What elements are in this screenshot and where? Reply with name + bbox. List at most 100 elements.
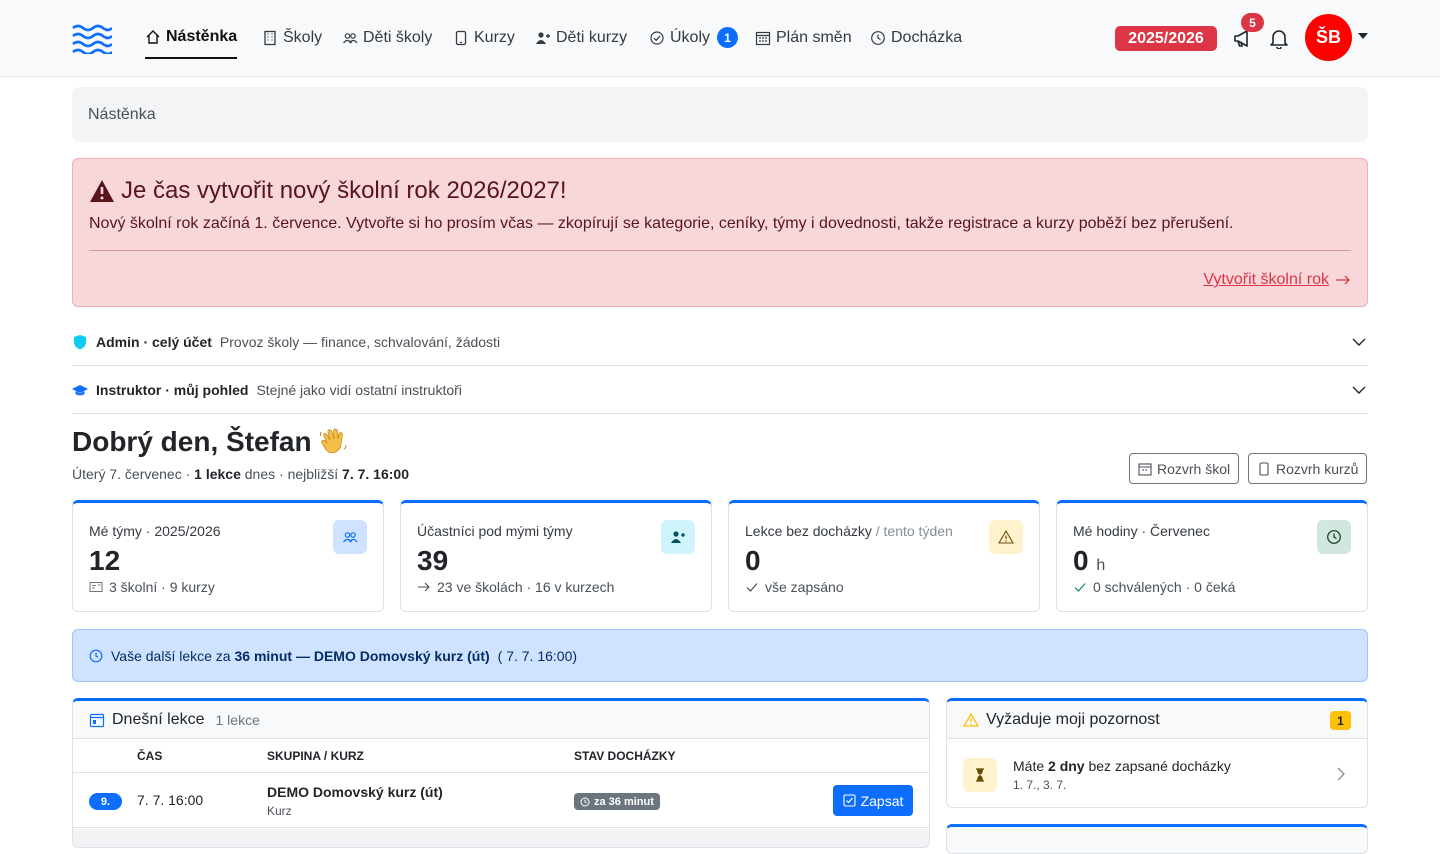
record-attendance-button[interactable]: Zapsat (833, 785, 913, 816)
warning-triangle-icon (90, 180, 114, 202)
next-lesson-banner: Vaše další lekce za 36 minut — DEMO Domo… (72, 629, 1368, 682)
stat-card-my-hours[interactable]: Mé hodiny · Červenec 0 h 0 schválených ·… (1056, 500, 1368, 612)
column-header-group: SKUPINA / KURZ (267, 749, 364, 763)
alert-title: Je čas vytvořit nový školní rok 2026/202… (89, 177, 567, 205)
school-schedule-button[interactable]: Rozvrh škol (1129, 453, 1240, 484)
stat-card-lessons-without-attendance[interactable]: Lekce bez docházky / tento týden 0 vše z… (728, 500, 1040, 612)
chevron-right-icon[interactable] (1335, 767, 1347, 781)
nav-item-dochazka[interactable]: Docházka (870, 16, 962, 59)
panel-footer (73, 829, 929, 847)
nav-item-deti-kurzy[interactable]: Děti kurzy (535, 16, 627, 59)
nav-item-label: Kurzy (474, 28, 515, 46)
stat-value: 0 h (1073, 545, 1105, 577)
attention-item[interactable]: Máte 2 dny bez zapsané docházky 1. 7., 3… (947, 739, 1367, 807)
table-row[interactable]: 9. 7. 7. 16:00 DEMO Domovský kurz (út) K… (73, 774, 929, 828)
check-square-icon (843, 794, 856, 807)
phone-icon (455, 30, 467, 45)
alert-title-text: Je čas vytvořit nový školní rok 2026/202… (121, 177, 567, 204)
chevron-down-icon[interactable] (1352, 383, 1366, 397)
stat-footer: 23 ve školách · 16 v kurzech (417, 579, 614, 595)
stat-icon-box (1317, 520, 1351, 554)
stat-value: 0 (745, 545, 761, 576)
nav-item-label: Nástěnka (166, 27, 238, 45)
attention-item-prefix: Máte (1013, 758, 1049, 774)
clock-icon (1327, 530, 1341, 544)
attendance-status-text: za 36 minut (594, 795, 654, 808)
greeting-next-lesson: 7. 7. 16:00 (342, 466, 409, 482)
attention-item-suffix: bez zapsané docházky (1084, 758, 1231, 774)
lesson-course-name[interactable]: DEMO Domovský kurz (út) (267, 784, 443, 800)
next-lesson-text: Vaše další lekce za 36 minut — DEMO Domo… (111, 648, 577, 664)
stat-value-number: 0 (1073, 545, 1089, 576)
nav-item-label: Úkoly (670, 28, 711, 46)
accordion-instructor-title: Instruktor · můj pohled (96, 381, 249, 398)
attention-title: Vyžaduje moji pozornost (986, 710, 1160, 728)
next-lesson-course: DEMO Domovský kurz (út) (313, 647, 490, 664)
id-card-icon (89, 582, 103, 592)
nav-item-label: Školy (283, 28, 323, 46)
create-school-year-link-label[interactable]: Vytvořit školní rok (1203, 271, 1329, 289)
stat-footer: 3 školní · 9 kurzy (89, 579, 215, 595)
announcements-count-badge: 5 (1241, 13, 1264, 32)
clock-icon (89, 649, 103, 662)
stat-icon-box (661, 520, 695, 554)
accordion-instructor-subtitle: Stejné jako vidí ostatní instruktoři (256, 381, 462, 398)
stat-footer-text: vše zapsáno (765, 579, 844, 595)
stat-label: Mé hodiny · Červenec (1073, 523, 1210, 539)
stat-label: Účastníci pod mými týmy (417, 523, 573, 539)
clock-icon (580, 797, 590, 806)
new-school-year-alert: Je čas vytvořit nový školní rok 2026/202… (72, 158, 1368, 307)
today-lessons-header: Dnešní lekce 1 lekce (73, 701, 929, 739)
calendar-icon (1138, 462, 1152, 476)
chevron-down-icon[interactable] (1358, 33, 1368, 39)
course-schedule-button[interactable]: Rozvrh kurzů (1248, 453, 1368, 484)
top-navbar: Nástěnka Školy Děti školy Kurzy Děti kur… (0, 0, 1440, 77)
lesson-course-type: Kurz (267, 804, 292, 818)
nav-item-kurzy[interactable]: Kurzy (453, 16, 515, 59)
chevron-down-icon[interactable] (1352, 335, 1366, 349)
clock-icon (871, 30, 885, 45)
next-panel-partial (946, 824, 1368, 854)
waves-logo-icon[interactable] (72, 24, 112, 54)
hourglass-icon (976, 768, 984, 782)
stat-label: Lekce bez docházky / tento týden (745, 523, 953, 539)
user-avatar[interactable]: ŠB (1305, 14, 1352, 61)
create-school-year-link[interactable]: Vytvořit školní rok (1203, 271, 1351, 289)
nav-item-deti-skoly[interactable]: Děti školy (342, 16, 432, 59)
nav-item-skoly[interactable]: Školy (262, 16, 322, 59)
today-lessons-title: Dnešní lekce (112, 710, 205, 728)
accordion-instructor[interactable]: Instruktor · můj pohled Stejné jako vidí… (72, 366, 1368, 414)
attention-item-dates: 1. 7., 3. 7. (1013, 778, 1067, 792)
nav-item-ukoly[interactable]: Úkoly 1 (649, 16, 739, 59)
nav-item-label: Děti školy (363, 28, 433, 46)
record-attendance-button-label: Zapsat (860, 792, 904, 809)
stat-footer: vše zapsáno (745, 579, 844, 595)
stat-value-unit: h (1096, 557, 1106, 574)
bell-icon[interactable] (1268, 27, 1290, 49)
breadcrumb: Nástěnka (72, 87, 1368, 142)
today-lessons-panel: Dnešní lekce 1 lekce ČAS SKUPINA / KURZ … (72, 698, 930, 848)
attention-panel: Vyžaduje moji pozornost 1 Máte 2 dny bez… (946, 698, 1368, 808)
school-year-badge[interactable]: 2025/2026 (1115, 26, 1217, 51)
building-icon (264, 30, 276, 45)
check-circle-icon (650, 30, 664, 45)
lesson-number-badge: 9. (89, 793, 122, 810)
stat-card-teams[interactable]: Mé týmy · 2025/2026 12 3 školní · 9 kurz… (72, 500, 384, 612)
stat-footer-text: 23 ve školách · 16 v kurzech (437, 579, 615, 595)
stat-card-participants[interactable]: Účastníci pod mými týmy 39 23 ve školách… (400, 500, 712, 612)
calendar-grid-icon (755, 31, 771, 45)
next-lesson-when: ( 7. 7. 16:00) (497, 647, 578, 664)
attention-count-badge: 1 (1330, 711, 1351, 730)
person-plus-icon (671, 531, 685, 543)
accordion-admin[interactable]: Admin · celý účet Provoz školy — finance… (72, 318, 1368, 366)
next-lesson-prefix: Vaše další lekce za (111, 647, 235, 664)
nav-item-plan-smen[interactable]: Plán směn (755, 16, 852, 59)
stat-value: 39 (417, 545, 449, 576)
nav-item-nastenka[interactable]: Nástěnka (145, 16, 238, 59)
stat-icon-box (989, 520, 1023, 554)
column-header-status: STAV DOCHÁZKY (574, 749, 676, 763)
phone-icon (1259, 461, 1269, 476)
home-icon (146, 29, 160, 44)
today-lessons-count: 1 lekce (215, 711, 260, 728)
greeting-text: Dobrý den, Štefan (72, 426, 312, 457)
